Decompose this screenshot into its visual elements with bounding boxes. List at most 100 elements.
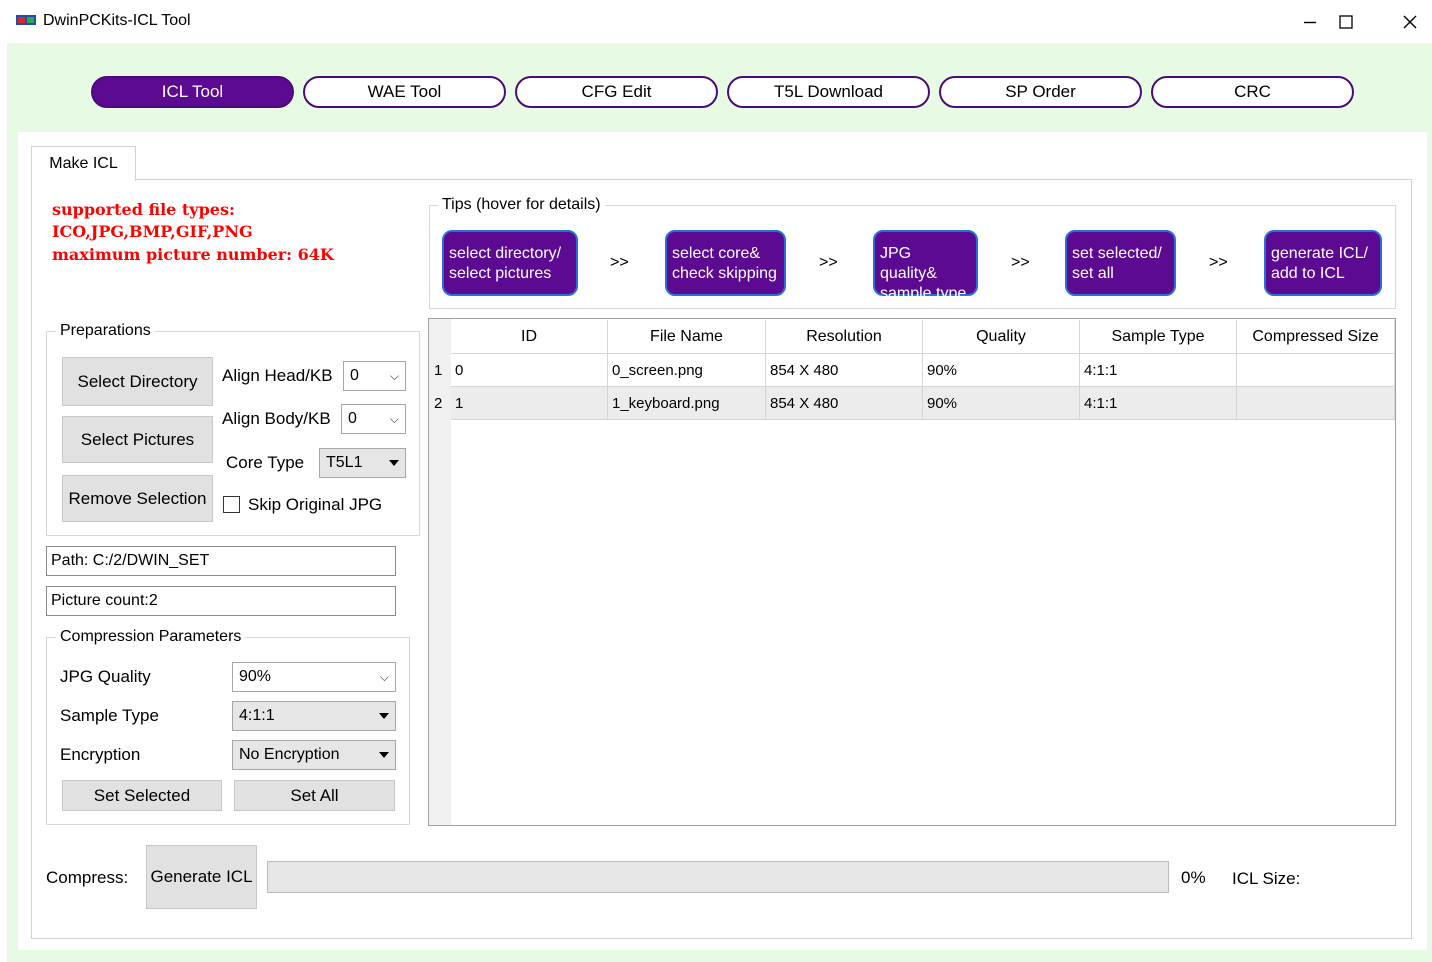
nav-tab-cfg-edit[interactable]: CFG Edit: [515, 76, 718, 108]
row-number: 2: [429, 387, 451, 420]
path-field: Path: C:/2/DWIN_SET: [46, 546, 396, 576]
cell-quality: 90%: [923, 387, 1080, 420]
cell-file-name: 1_keyboard.png: [608, 387, 766, 420]
cell-sample-type: 4:1:1: [1080, 387, 1237, 420]
encryption-select[interactable]: No Encryption: [232, 740, 396, 770]
title-bar: DwinPCKits-ICL Tool: [0, 0, 1432, 43]
set-selected-button[interactable]: Set Selected: [62, 780, 222, 811]
table-row[interactable]: 2 1 1_keyboard.png 854 X 480 90% 4:1:1: [429, 387, 1395, 420]
nav-tab-sp-order[interactable]: SP Order: [939, 76, 1142, 108]
column-header-sample-type[interactable]: Sample Type: [1080, 320, 1237, 354]
tip-step-1[interactable]: select directory/ select pictures: [442, 230, 578, 296]
tip-step-1-line2: select pictures: [449, 265, 552, 282]
minimize-icon: [1304, 21, 1316, 23]
tips-title: Tips (hover for details): [438, 196, 605, 214]
tip-step-2[interactable]: select core& check skipping: [665, 230, 786, 296]
align-head-label: Align Head/KB: [222, 366, 333, 385]
compress-label: Compress:: [46, 868, 129, 887]
align-head-select[interactable]: 0 ⌵: [343, 361, 406, 391]
cell-compressed-size: [1237, 387, 1395, 420]
cell-sample-type: 4:1:1: [1080, 354, 1237, 387]
icl-size-label: ICL Size:: [1232, 869, 1301, 888]
tip-step-5[interactable]: generate ICL/ add to ICL: [1264, 230, 1382, 296]
encryption-label: Encryption: [60, 745, 141, 764]
tip-step-1-line1: select directory/: [449, 245, 562, 262]
supported-types-heading: supported file types:: [52, 200, 235, 219]
dropdown-arrow-icon: [389, 460, 399, 466]
tip-step-3-line1: JPG quality&: [880, 245, 937, 282]
jpg-quality-select[interactable]: 90% ⌵: [232, 662, 396, 692]
encryption-value: No Encryption: [239, 746, 340, 763]
cell-quality: 90%: [923, 354, 1080, 387]
core-type-value: T5L1: [326, 454, 363, 471]
jpg-quality-value: 90%: [239, 668, 272, 685]
core-type-label: Core Type: [226, 453, 305, 472]
tip-arrow-1: >>: [610, 254, 629, 271]
tip-step-4[interactable]: set selected/ set all: [1065, 230, 1176, 296]
tip-step-3-line2: sample type: [880, 285, 967, 302]
align-body-value: 0: [348, 410, 357, 427]
supported-types-list: ICO,JPG,BMP,GIF,PNG: [52, 222, 253, 241]
nav-tab-icl-tool[interactable]: ICL Tool: [91, 76, 294, 108]
sample-type-label: Sample Type: [60, 706, 159, 725]
nav-tab-crc[interactable]: CRC: [1151, 76, 1354, 108]
cell-resolution: 854 X 480: [766, 354, 923, 387]
max-picture-number: maximum picture number: 64K: [52, 245, 334, 264]
sample-type-value: 4:1:1: [239, 707, 275, 724]
compress-progress-bar: [267, 861, 1169, 893]
sample-type-select[interactable]: 4:1:1: [232, 701, 396, 731]
tip-step-4-line1: set selected/: [1072, 245, 1162, 262]
dropdown-arrow-icon: [379, 713, 389, 719]
app-icon: [16, 13, 36, 27]
column-header-quality[interactable]: Quality: [923, 320, 1080, 354]
select-pictures-button[interactable]: Select Pictures: [62, 416, 213, 463]
column-header-file-name[interactable]: File Name: [608, 320, 766, 354]
tip-step-5-line2: add to ICL: [1271, 265, 1345, 282]
cell-id: 0: [451, 354, 608, 387]
chevron-down-icon: ⌵: [379, 669, 389, 684]
nav-tab-t5l-download[interactable]: T5L Download: [727, 76, 930, 108]
align-head-value: 0: [350, 367, 359, 384]
cell-id: 1: [451, 387, 608, 420]
generate-icl-button[interactable]: Generate ICL: [146, 845, 257, 909]
maximize-button[interactable]: [1316, 0, 1376, 43]
align-body-label: Align Body/KB: [222, 409, 331, 428]
cell-compressed-size: [1237, 354, 1395, 387]
progress-percent: 0%: [1181, 868, 1206, 887]
nav-tab-wae-tool[interactable]: WAE Tool: [303, 76, 506, 108]
chevron-down-icon: ⌵: [389, 411, 399, 426]
skip-original-jpg-label: Skip Original JPG: [248, 495, 383, 514]
close-button[interactable]: [1380, 0, 1432, 43]
column-header-id[interactable]: ID: [451, 320, 608, 354]
close-icon: [1403, 15, 1417, 28]
tip-step-5-line1: generate ICL/: [1271, 245, 1368, 262]
dropdown-arrow-icon: [379, 752, 389, 758]
remove-selection-button[interactable]: Remove Selection: [62, 475, 213, 522]
preparations-title: Preparations: [56, 322, 155, 340]
select-directory-button[interactable]: Select Directory: [62, 357, 213, 406]
window-title: DwinPCKits-ICL Tool: [43, 12, 191, 29]
row-number: 1: [429, 354, 451, 387]
tip-arrow-3: >>: [1011, 254, 1030, 271]
chevron-down-icon: ⌵: [389, 368, 399, 383]
cell-file-name: 0_screen.png: [608, 354, 766, 387]
tab-make-icl[interactable]: Make ICL: [31, 146, 136, 181]
set-all-button[interactable]: Set All: [234, 780, 395, 811]
compression-title: Compression Parameters: [56, 628, 246, 646]
table-row[interactable]: 1 0 0_screen.png 854 X 480 90% 4:1:1: [429, 354, 1395, 387]
core-type-select[interactable]: T5L1: [319, 448, 406, 478]
tip-step-3[interactable]: JPG quality& sample type: [873, 230, 978, 302]
picture-count-field: Picture count:2: [46, 586, 396, 616]
tip-arrow-4: >>: [1209, 254, 1228, 271]
cell-resolution: 854 X 480: [766, 387, 923, 420]
maximize-icon: [1339, 14, 1353, 29]
tip-arrow-2: >>: [819, 254, 838, 271]
jpg-quality-label: JPG Quality: [60, 667, 151, 686]
tip-step-4-line2: set all: [1072, 265, 1114, 282]
skip-original-jpg-checkbox[interactable]: [223, 496, 240, 513]
align-body-select[interactable]: 0 ⌵: [341, 404, 406, 434]
column-header-compressed-size[interactable]: Compressed Size: [1237, 320, 1395, 354]
column-header-resolution[interactable]: Resolution: [766, 320, 923, 354]
tip-step-2-line2: check skipping: [672, 265, 777, 282]
tip-step-2-line1: select core&: [672, 245, 761, 262]
